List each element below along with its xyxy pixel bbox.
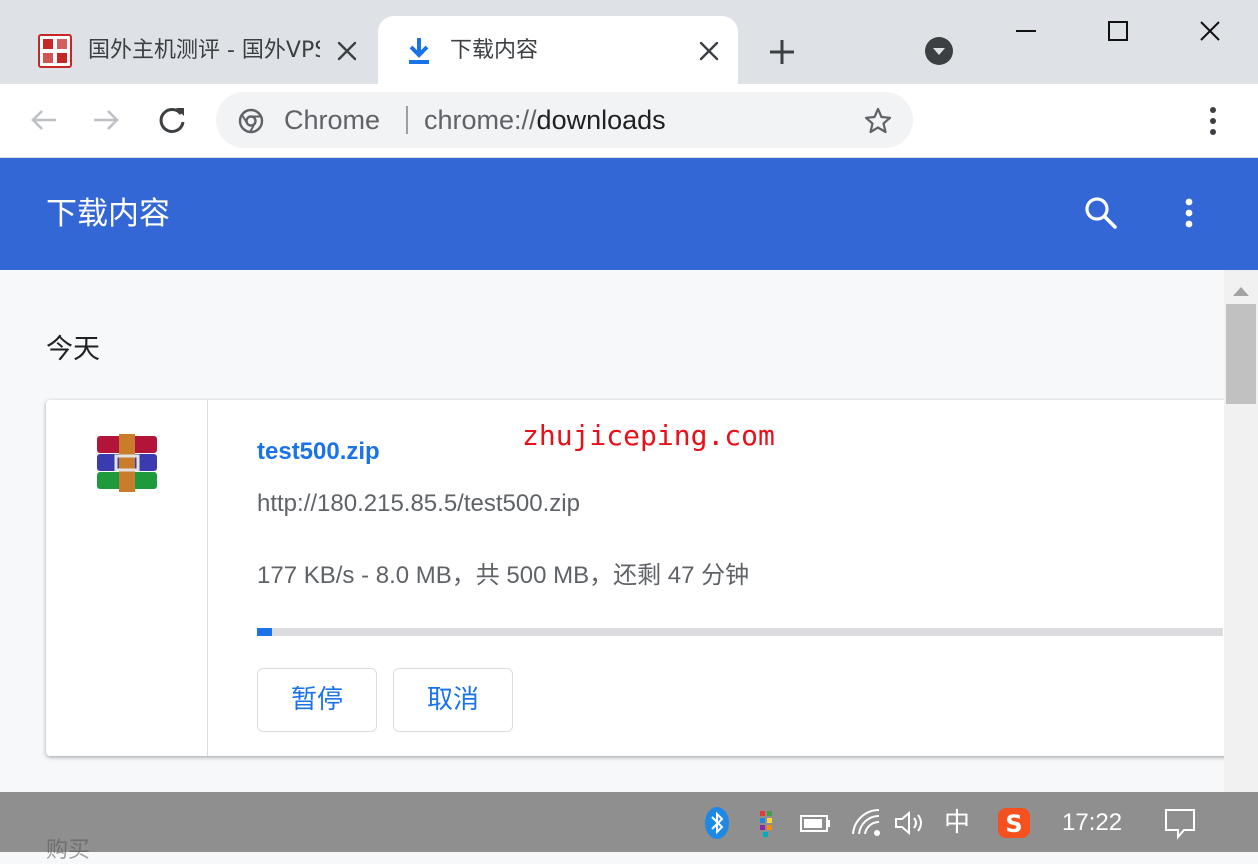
winrar-archive-icon[interactable]: [94, 434, 160, 492]
browser-menu-kebab-icon[interactable]: [1198, 104, 1228, 138]
cancel-button[interactable]: 取消: [393, 668, 513, 732]
tab-title: 国外主机测评 - 国外VPS: [88, 38, 320, 63]
download-arrow-icon: [402, 34, 436, 68]
taskbar-ghost-text: 购买: [46, 838, 91, 863]
close-tab-icon[interactable]: [696, 38, 722, 64]
new-tab-icon[interactable]: [766, 36, 798, 68]
bluetooth-icon[interactable]: [704, 806, 730, 840]
windows-taskbar: 购买 中 S 17:22: [0, 792, 1258, 863]
pause-button[interactable]: 暂停: [257, 668, 377, 732]
ime-indicator[interactable]: 中: [942, 806, 972, 840]
scrollbar-thumb[interactable]: [1226, 304, 1256, 404]
download-progress-bar: [257, 628, 1223, 636]
progress-fill: [257, 628, 273, 636]
battery-icon[interactable]: [798, 806, 834, 840]
tab-downloads[interactable]: 下载内容: [378, 16, 738, 84]
watermark-text: zhujiceping.com: [522, 419, 775, 452]
back-arrow-icon[interactable]: [26, 102, 62, 138]
download-status: 177 KB/s - 8.0 MB，共 500 MB，还剩 47 分钟: [257, 562, 750, 589]
url-text[interactable]: chrome://downloads: [424, 102, 666, 138]
maximize-window-icon[interactable]: [1098, 14, 1138, 48]
downloads-list: 今天 test500.zip zhujiceping.com http://18…: [0, 270, 1224, 792]
close-tab-icon[interactable]: [334, 38, 360, 64]
notification-center-icon[interactable]: [1162, 806, 1198, 840]
omnibox-separator: [406, 106, 408, 134]
bookmark-star-icon[interactable]: [863, 106, 893, 136]
file-name-link[interactable]: test500.zip: [257, 436, 380, 468]
page-title: 下载内容: [46, 196, 170, 232]
svg-text:S: S: [1005, 810, 1022, 838]
tab-strip: 国外主机测评 - 国外VPS 下载内容: [0, 0, 1258, 84]
wifi-icon[interactable]: [850, 806, 882, 840]
file-source-url[interactable]: http://180.215.85.5/test500.zip: [257, 488, 580, 520]
downloads-menu-kebab-icon[interactable]: [1174, 194, 1204, 232]
tab-zhujiceping[interactable]: 国外主机测评 - 国外VPS: [18, 16, 376, 84]
tab-title: 下载内容: [450, 38, 539, 63]
browser-toolbar: Chrome chrome://downloads: [0, 84, 1258, 158]
colorful-grid-tray-icon[interactable]: [754, 806, 780, 840]
site-seal-icon: [38, 34, 72, 68]
scroll-up-arrow-icon[interactable]: [1232, 282, 1250, 296]
clock[interactable]: 17:22: [1062, 806, 1128, 840]
forward-arrow-icon[interactable]: [88, 102, 124, 138]
url-host: downloads: [536, 105, 666, 135]
download-item-card: test500.zip zhujiceping.com http://180.2…: [46, 400, 1224, 756]
sogou-input-icon[interactable]: S: [996, 806, 1032, 840]
volume-icon[interactable]: [892, 806, 928, 840]
vertical-scrollbar[interactable]: [1224, 270, 1258, 792]
chrome-logo-icon: [238, 108, 264, 134]
tab-search-dropdown-icon[interactable]: [924, 36, 954, 66]
address-bar[interactable]: Chrome chrome://downloads: [216, 92, 913, 148]
close-window-icon[interactable]: [1190, 14, 1230, 48]
url-scheme: chrome://: [424, 105, 537, 135]
reload-icon[interactable]: [154, 102, 190, 138]
minimize-window-icon[interactable]: [1006, 14, 1046, 48]
downloads-header: 下载内容: [0, 158, 1258, 270]
omnibox-chip: Chrome: [284, 105, 381, 135]
date-heading: 今天: [46, 334, 100, 365]
search-icon[interactable]: [1082, 194, 1120, 232]
file-icon-column: [46, 400, 208, 756]
